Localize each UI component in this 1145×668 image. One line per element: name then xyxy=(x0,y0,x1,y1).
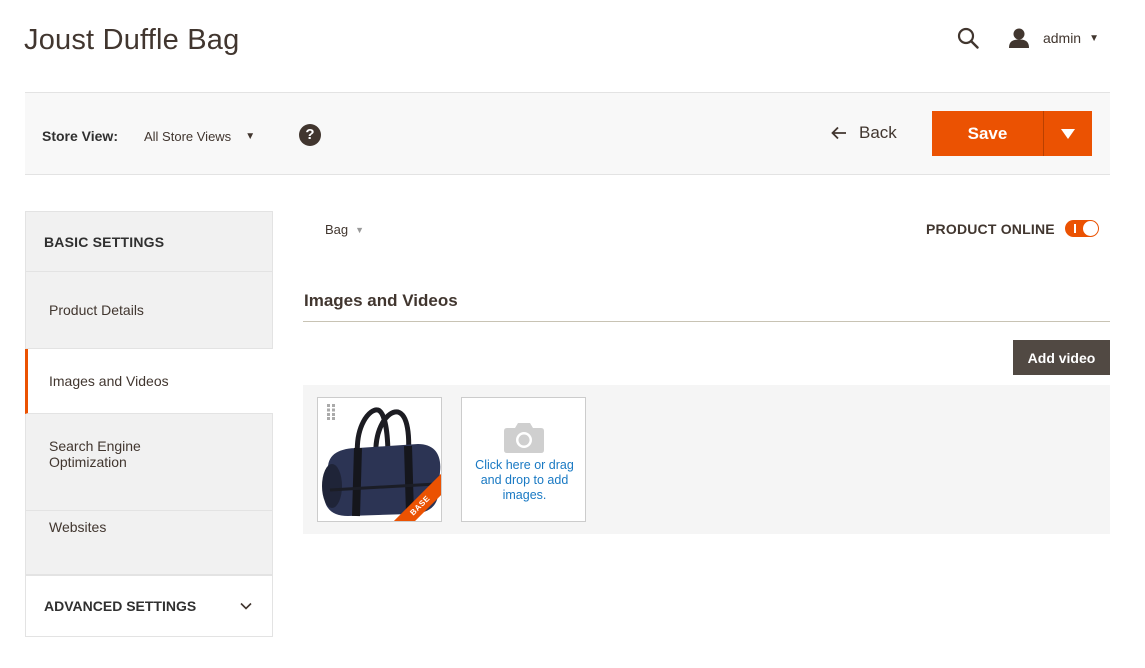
section-divider xyxy=(303,321,1110,322)
sidebar-item-label: Images and Videos xyxy=(49,373,169,389)
basic-settings-heading: BASIC SETTINGS xyxy=(25,211,273,272)
camera-icon xyxy=(504,423,544,453)
product-sections-sidebar: BASIC SETTINGS Product Details Images an… xyxy=(25,211,273,637)
help-icon[interactable]: ? xyxy=(299,124,321,146)
sidebar-item-images-and-videos[interactable]: Images and Videos xyxy=(25,349,273,414)
section-title: Images and Videos xyxy=(304,291,458,310)
product-image-thumbnail[interactable]: BASE xyxy=(317,397,442,522)
image-gallery: BASE Click here or drag and drop to add … xyxy=(303,385,1110,534)
search-icon xyxy=(957,27,979,49)
product-online-switch: PRODUCT ONLINE xyxy=(926,220,1099,237)
upload-instructions: Click here or drag and drop to add image… xyxy=(475,458,574,502)
advanced-settings-toggle[interactable]: ADVANCED SETTINGS xyxy=(25,575,273,637)
advanced-settings-heading: ADVANCED SETTINGS xyxy=(44,598,197,614)
store-view-switcher[interactable]: All Store Views ▼ xyxy=(144,129,255,144)
user-icon xyxy=(1008,28,1029,48)
sidebar-item-label: Websites xyxy=(49,519,107,535)
store-view-label: Store View: xyxy=(42,128,118,144)
sidebar-item-search-engine-optimization[interactable]: Search Engine Optimization xyxy=(25,414,273,511)
sidebar-item-websites[interactable]: Websites xyxy=(25,511,273,575)
save-split-button: Save xyxy=(932,111,1092,156)
back-arrow-icon xyxy=(831,126,846,140)
sidebar-item-product-details[interactable]: Product Details xyxy=(25,272,273,349)
page-title: Joust Duffle Bag xyxy=(24,24,240,56)
attribute-set-value: Bag xyxy=(325,222,349,237)
product-online-label: PRODUCT ONLINE xyxy=(926,220,1055,237)
user-account-menu[interactable]: admin ▼ xyxy=(1008,27,1099,49)
toggle-knob xyxy=(1082,221,1098,236)
sidebar-item-label: Search Engine Optimization xyxy=(49,438,141,470)
add-video-button[interactable]: Add video xyxy=(1013,340,1110,375)
save-button[interactable]: Save xyxy=(932,111,1043,156)
back-button[interactable]: Back xyxy=(831,123,897,143)
header-actions: admin ▼ xyxy=(954,24,1099,52)
toggle-on-mark xyxy=(1073,224,1076,233)
user-name: admin xyxy=(1042,30,1082,46)
sidebar-item-label: Product Details xyxy=(49,302,144,318)
chevron-down-icon: ▼ xyxy=(1089,32,1099,44)
chevron-down-icon xyxy=(1061,128,1075,139)
back-label: Back xyxy=(859,123,897,142)
store-view-value: All Store Views xyxy=(144,129,232,144)
chevron-down-icon xyxy=(240,602,252,610)
save-options-toggle[interactable] xyxy=(1043,111,1092,156)
page-actions-toolbar: Store View: All Store Views ▼ ? Back Sav… xyxy=(25,92,1110,175)
chevron-down-icon: ▼ xyxy=(355,224,365,235)
image-upload-dropzone[interactable]: Click here or drag and drop to add image… xyxy=(461,397,586,522)
chevron-down-icon: ▼ xyxy=(245,131,256,142)
attribute-set-selector[interactable]: Bag ▼ xyxy=(325,222,364,237)
search-button[interactable] xyxy=(954,24,982,52)
product-online-toggle[interactable] xyxy=(1064,220,1099,237)
